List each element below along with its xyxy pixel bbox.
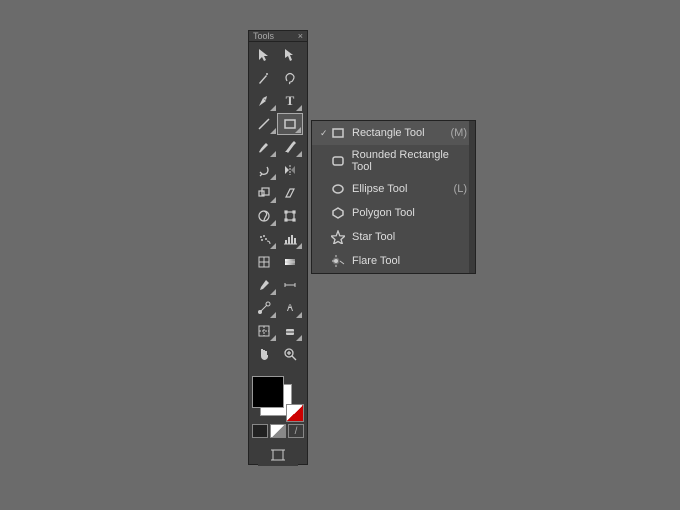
blend-tool[interactable] bbox=[251, 297, 277, 319]
mini-fill-swatch[interactable] bbox=[252, 424, 268, 438]
toolbar-header: Tools × bbox=[249, 31, 307, 42]
tool-row-11 bbox=[251, 274, 305, 296]
slice-tool[interactable] bbox=[251, 320, 277, 342]
toolbar-title: Tools bbox=[253, 31, 274, 41]
app-background: Tools × bbox=[0, 0, 680, 510]
mini-stroke-swatch[interactable] bbox=[270, 424, 286, 438]
tool-row-9 bbox=[251, 228, 305, 250]
tool-row-7 bbox=[251, 182, 305, 204]
color-mini-row: / bbox=[252, 424, 304, 438]
rectangle-tool-item[interactable]: ✓ Rectangle Tool (M) bbox=[312, 121, 475, 145]
type-tool[interactable]: T bbox=[277, 90, 303, 112]
mini-none-swatch[interactable]: / bbox=[288, 424, 304, 438]
dropdown-scrollbar[interactable] bbox=[469, 121, 475, 273]
pen-tool[interactable] bbox=[251, 90, 277, 112]
rounded-rectangle-tool-item[interactable]: Rounded Rectangle Tool bbox=[312, 145, 475, 177]
warp-tool[interactable] bbox=[251, 205, 277, 227]
rounded-rectangle-icon bbox=[330, 153, 346, 169]
rectangle-tool[interactable] bbox=[277, 113, 303, 135]
eyedropper-tool[interactable] bbox=[251, 274, 277, 296]
rectangle-tool-label: Rectangle Tool bbox=[352, 127, 425, 139]
shape-dropdown-menu: ✓ Rectangle Tool (M) Rounded Rectangle T… bbox=[311, 120, 476, 274]
live-paint-tool[interactable] bbox=[277, 297, 303, 319]
foreground-swatch[interactable] bbox=[252, 376, 284, 408]
scale-tool[interactable] bbox=[251, 182, 277, 204]
rectangle-shortcut: (M) bbox=[451, 127, 468, 139]
pencil-tool[interactable] bbox=[277, 136, 303, 158]
flare-tool-item[interactable]: Flare Tool bbox=[312, 249, 475, 273]
eraser-tool[interactable] bbox=[277, 320, 303, 342]
polygon-icon bbox=[330, 205, 346, 221]
lasso-tool[interactable] bbox=[277, 67, 303, 89]
shear-tool[interactable] bbox=[277, 182, 303, 204]
color-area: / bbox=[251, 374, 305, 440]
color-swatches bbox=[252, 376, 304, 422]
tool-row-1 bbox=[251, 44, 305, 66]
ellipse-shortcut: (L) bbox=[454, 183, 467, 195]
close-icon[interactable]: × bbox=[298, 31, 303, 41]
column-graph-tool[interactable] bbox=[277, 228, 303, 250]
star-tool-label: Star Tool bbox=[352, 231, 395, 243]
ellipse-tool-label: Ellipse Tool bbox=[352, 183, 407, 195]
rectangle-icon bbox=[330, 125, 346, 141]
flare-tool-label: Flare Tool bbox=[352, 255, 400, 267]
zoom-tool[interactable] bbox=[277, 343, 303, 365]
tool-row-12 bbox=[251, 297, 305, 319]
tool-row-6 bbox=[251, 159, 305, 181]
tool-row-2 bbox=[251, 67, 305, 89]
paintbrush-tool[interactable] bbox=[251, 136, 277, 158]
direct-selection-tool[interactable] bbox=[277, 44, 303, 66]
star-tool-item[interactable]: Star Tool bbox=[312, 225, 475, 249]
tool-row-14 bbox=[251, 343, 305, 365]
gradient-swatch[interactable] bbox=[286, 404, 304, 422]
rotate-tool[interactable] bbox=[251, 159, 277, 181]
selection-tool[interactable] bbox=[251, 44, 277, 66]
symbol-sprayer-tool[interactable] bbox=[251, 228, 277, 250]
tool-row-8 bbox=[251, 205, 305, 227]
ellipse-icon bbox=[330, 181, 346, 197]
toolbar-body: T bbox=[249, 42, 307, 468]
gradient-tool[interactable] bbox=[277, 251, 303, 273]
tool-row-5 bbox=[251, 136, 305, 158]
tool-row-3: T bbox=[251, 90, 305, 112]
measure-tool[interactable] bbox=[277, 274, 303, 296]
tool-row-4 bbox=[251, 113, 305, 135]
toolbar-panel: Tools × bbox=[248, 30, 308, 465]
check-icon: ✓ bbox=[320, 128, 328, 139]
star-icon bbox=[330, 229, 346, 245]
free-transform-tool[interactable] bbox=[277, 205, 303, 227]
polygon-tool-item[interactable]: Polygon Tool bbox=[312, 201, 475, 225]
tool-row-13 bbox=[251, 320, 305, 342]
line-tool[interactable] bbox=[251, 113, 277, 135]
polygon-tool-label: Polygon Tool bbox=[352, 207, 415, 219]
tool-row-10 bbox=[251, 251, 305, 273]
hand-tool[interactable] bbox=[251, 343, 277, 365]
reflect-tool[interactable] bbox=[277, 159, 303, 181]
flare-icon bbox=[330, 253, 346, 269]
ellipse-tool-item[interactable]: Ellipse Tool (L) bbox=[312, 177, 475, 201]
mesh-tool[interactable] bbox=[251, 251, 277, 273]
rounded-rectangle-tool-label: Rounded Rectangle Tool bbox=[352, 149, 467, 173]
magic-wand-tool[interactable] bbox=[251, 67, 277, 89]
artboard-button[interactable] bbox=[258, 444, 298, 466]
